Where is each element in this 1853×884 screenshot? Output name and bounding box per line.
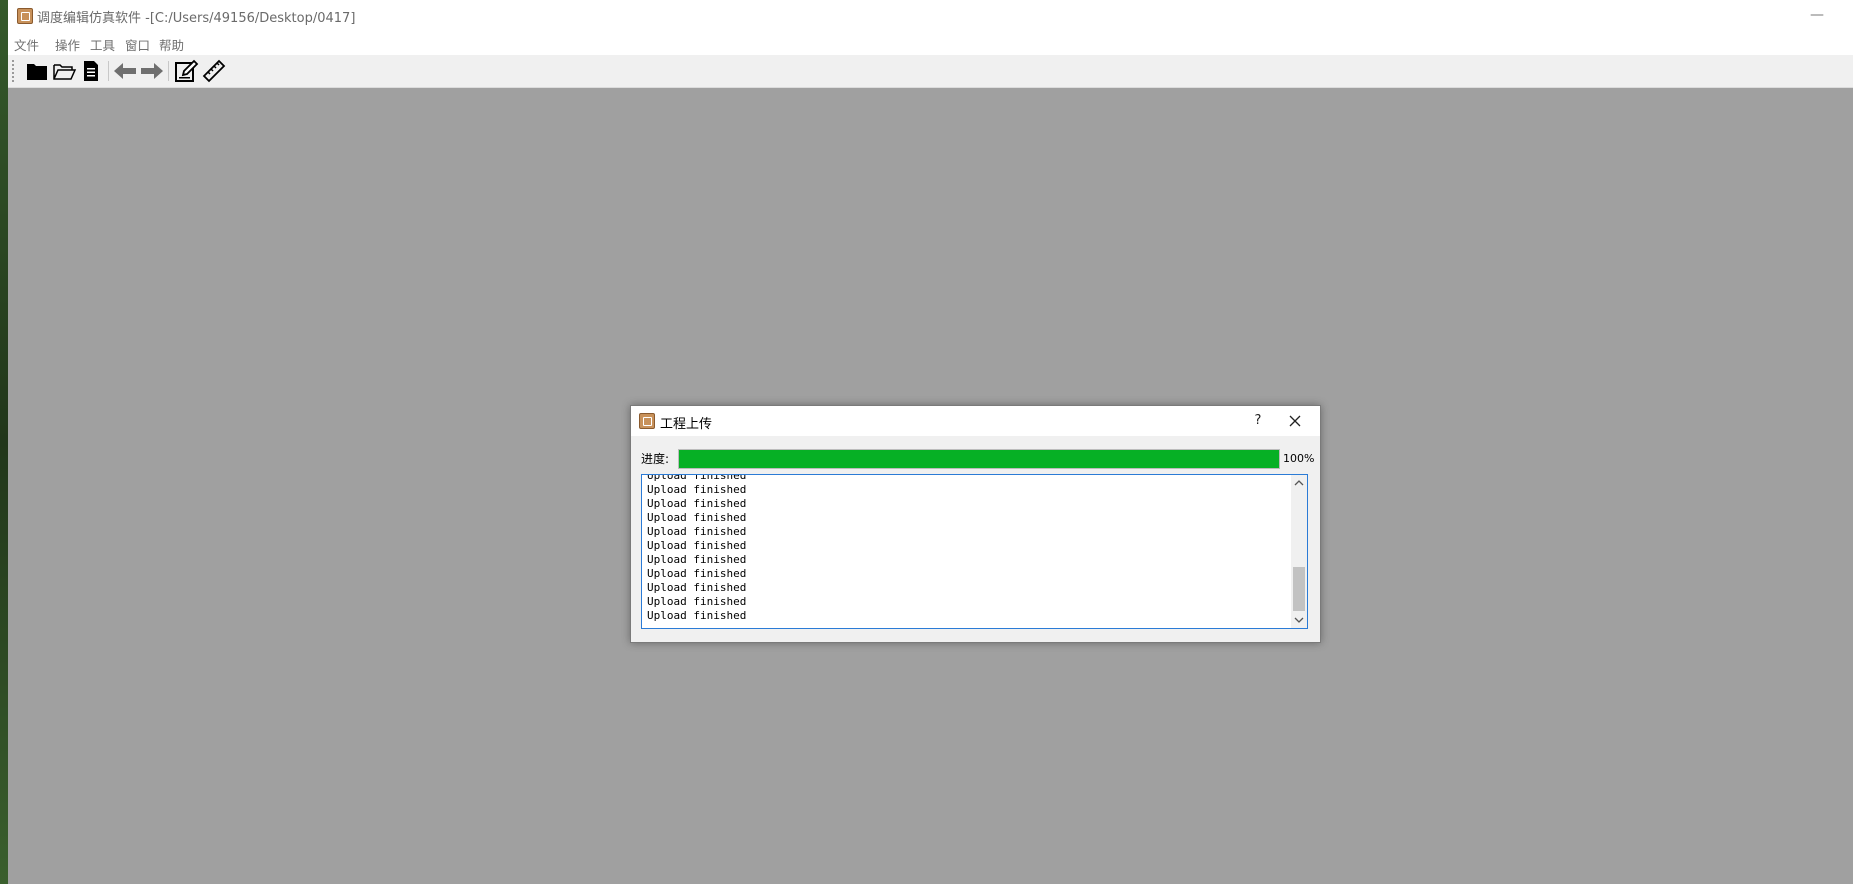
document-icon <box>84 61 98 81</box>
log-lines: Upload finished Upload finished Upload f… <box>647 474 747 623</box>
window-title: 调度编辑仿真软件 -[C:/Users/49156/Desktop/0417] <box>37 11 356 26</box>
menu-bar: 文件 操作 工具 窗口 帮助 <box>8 31 1853 55</box>
log-line: Upload finished <box>647 474 747 482</box>
log-line: Upload finished <box>647 553 747 566</box>
new-project-button[interactable] <box>24 58 50 84</box>
toolbar-separator <box>168 61 169 81</box>
chevron-down-icon <box>1294 617 1304 623</box>
toolbar-grip[interactable] <box>12 60 16 82</box>
close-button[interactable] <box>1285 411 1305 431</box>
folder-filled-icon <box>27 64 47 80</box>
menu-help[interactable]: 帮助 <box>159 35 184 54</box>
scroll-down-button[interactable] <box>1291 612 1307 628</box>
dialog-title: 工程上传 <box>660 417 713 432</box>
desktop-background-strip <box>0 0 8 884</box>
minimize-button[interactable]: — <box>1799 4 1835 26</box>
log-scrollbar[interactable] <box>1291 475 1307 628</box>
log-line: Upload finished <box>647 511 747 524</box>
log-line: Upload finished <box>647 525 747 538</box>
log-line: Upload finished <box>647 595 747 608</box>
forward-button[interactable] <box>139 58 165 84</box>
progress-bar <box>678 449 1280 469</box>
arrow-right-icon <box>141 63 163 79</box>
progress-percent: 100% <box>1283 452 1315 465</box>
app-icon <box>17 8 33 24</box>
menu-file[interactable]: 文件 <box>14 35 39 54</box>
dialog-titlebar: 工程上传 ? <box>631 406 1320 436</box>
scroll-up-button[interactable] <box>1291 475 1307 491</box>
log-line: Upload finished <box>647 497 747 510</box>
edit-button[interactable] <box>173 58 199 84</box>
measure-button[interactable] <box>201 58 227 84</box>
upload-log[interactable]: Upload finished Upload finished Upload f… <box>641 474 1308 629</box>
menu-tools[interactable]: 工具 <box>90 35 115 54</box>
main-window: 调度编辑仿真软件 -[C:/Users/49156/Desktop/0417] … <box>8 0 1853 884</box>
open-project-button[interactable] <box>51 58 77 84</box>
help-button[interactable]: ? <box>1248 411 1268 431</box>
log-line: Upload finished <box>647 609 747 622</box>
log-line: Upload finished <box>647 539 747 552</box>
folder-open-icon <box>53 64 77 80</box>
log-line: Upload finished <box>647 483 747 496</box>
upload-dialog: 工程上传 ? 进度: 100% Upload finished Upload f… <box>630 405 1321 643</box>
window-titlebar: 调度编辑仿真软件 -[C:/Users/49156/Desktop/0417] … <box>8 0 1853 31</box>
edit-icon <box>175 59 199 82</box>
progress-label: 进度: <box>641 452 670 466</box>
menu-operation[interactable]: 操作 <box>55 35 80 54</box>
log-line: Upload finished <box>647 581 747 594</box>
document-button[interactable] <box>78 58 104 84</box>
log-line: Upload finished <box>647 567 747 580</box>
ruler-icon <box>202 59 226 83</box>
progress-fill <box>679 450 1279 468</box>
toolbar <box>8 55 1853 88</box>
close-icon <box>1289 415 1301 427</box>
back-button[interactable] <box>112 58 138 84</box>
dialog-app-icon <box>639 413 655 429</box>
scroll-thumb[interactable] <box>1293 567 1305 611</box>
toolbar-separator <box>108 61 109 81</box>
arrow-left-icon <box>114 63 136 79</box>
menu-window[interactable]: 窗口 <box>125 35 150 54</box>
chevron-up-icon <box>1294 480 1304 486</box>
